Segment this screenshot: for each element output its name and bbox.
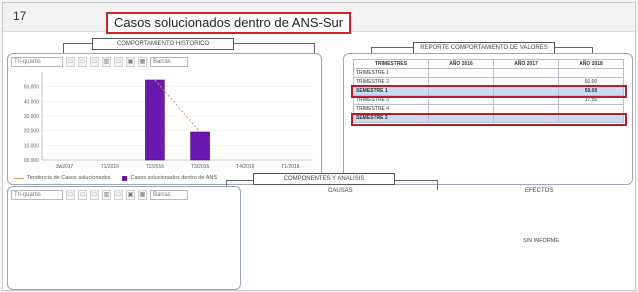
y-tick-label: 40.000	[24, 99, 40, 105]
cell-2016	[428, 104, 494, 114]
indicator-frame: 17 Casos solucionados dentro de ANS-Sur …	[2, 2, 636, 291]
cell-2017	[493, 113, 559, 123]
bar-swatch	[122, 175, 128, 181]
indicator-number: 17	[13, 9, 27, 23]
print-icon[interactable]: □	[90, 190, 99, 200]
zoom-icon[interactable]: ▣	[126, 190, 135, 200]
analysis-toolbar: Tri-quartis □ □ □ ▥ □ ▣ ▦ Barras	[11, 190, 188, 200]
row-label: SEMESTRE 2	[353, 113, 429, 123]
y-tick-label: 30.000	[24, 114, 40, 120]
trend-line-swatch	[14, 177, 24, 179]
y-tick-label: 10.000	[24, 143, 40, 149]
x-tick-label: T2/2016	[146, 164, 165, 170]
y-tick-label: 20.000	[24, 129, 40, 135]
cell-2018	[558, 104, 624, 114]
col-header-trimestres: TRIMESTRES	[353, 59, 429, 69]
table-row: TRIMESTRE 3 17.50	[353, 95, 624, 105]
cell-2016	[428, 95, 494, 105]
cell-2017	[493, 77, 559, 87]
col-header-2016: AÑO 2016	[428, 59, 494, 69]
causas-column-header: CAUSAS	[328, 188, 353, 194]
bar	[145, 79, 165, 161]
x-tick-label: T3/2016	[191, 164, 210, 170]
analysis-chart-panel: Tri-quartis □ □ □ ▥ □ ▣ ▦ Barras	[7, 186, 241, 290]
x-tick-label: 3w2017	[56, 164, 74, 170]
settings-icon[interactable]: ▦	[138, 190, 147, 200]
cell-2018: 50.00	[558, 77, 624, 87]
cell-2016	[428, 68, 494, 78]
table-icon[interactable]: □	[114, 190, 123, 200]
bar	[190, 131, 210, 161]
table-row: TRIMESTRE 2 50.00	[353, 77, 624, 87]
cell-2016	[428, 86, 494, 96]
analysis-section-label: COMPONENTES Y ANALISIS	[253, 173, 395, 185]
cell-2018: 50.00	[558, 86, 624, 96]
cell-2016	[428, 113, 494, 123]
cell-2018	[558, 113, 624, 123]
bar-chart-icon[interactable]: ▥	[102, 190, 111, 200]
y-tick-label: 00.000	[24, 158, 40, 164]
y-tick-label: 50.000	[24, 85, 40, 91]
indicator-header: 17 Casos solucionados dentro de ANS-Sur	[3, 3, 635, 34]
export-pdf-icon[interactable]: □	[78, 190, 87, 200]
row-label: TRIMESTRE 2	[353, 77, 429, 87]
legend-trend-label: Tendencia de Casos solucionados	[27, 175, 111, 181]
table-row: TRIMESTRE 4	[353, 104, 624, 114]
cell-2017	[493, 86, 559, 96]
chart-section-label: COMPORTAMIENTO HISTORICO	[92, 38, 234, 50]
x-tick-label: T1/2016	[101, 164, 120, 170]
legend-item-cases: Casos solucionados dentro de ANS	[122, 175, 217, 181]
analysis-type-combo[interactable]: Tri-quartis	[11, 190, 63, 200]
cell-2018	[558, 68, 624, 78]
table-row: TRIMESTRE 1	[353, 68, 624, 78]
cell-2018: 17.50	[558, 95, 624, 105]
report-header-row: TRIMESTRES AÑO 2016 AÑO 2017 AÑO 2018	[353, 59, 624, 69]
indicator-title: Casos solucionados dentro de ANS-Sur	[106, 12, 352, 34]
export-excel-icon[interactable]: □	[66, 190, 75, 200]
efectos-column-header: EFECTOS	[525, 188, 554, 194]
legend-cases-label: Casos solucionados dentro de ANS	[130, 175, 218, 181]
row-label: TRIMESTRE 3	[353, 95, 429, 105]
efectos-text: SIN INFORME	[523, 238, 560, 244]
semester-row: SEMESTRE 1 50.00	[353, 86, 624, 96]
x-tick-label: T4/2016	[236, 164, 255, 170]
report-table: TRIMESTRES AÑO 2016 AÑO 2017 AÑO 2018 TR…	[353, 59, 624, 123]
semester-row: SEMESTRE 2	[353, 113, 624, 123]
legend-item-trend: Tendencia de Casos solucionados	[14, 175, 110, 181]
chart-legend: Tendencia de Casos solucionados Casos so…	[14, 175, 217, 181]
row-label: SEMESTRE 1	[353, 86, 429, 96]
cell-2017	[493, 68, 559, 78]
analysis-format-combo[interactable]: Barras	[150, 190, 188, 200]
x-tick-label: T1/2018	[281, 164, 300, 170]
bar-chart: 00.000 10.000 20.000 30.000 40.000 50.000 3w20…	[24, 72, 313, 170]
col-header-2018: AÑO 2018	[558, 59, 624, 69]
row-label: TRIMESTRE 1	[353, 68, 429, 78]
cell-2017	[493, 95, 559, 105]
chart-panel: Tri-quartis □ □ □ ▥ □ ▣ ▦ Barras 00.000 1…	[7, 53, 322, 185]
col-header-2017: AÑO 2017	[493, 59, 559, 69]
cell-2016	[428, 77, 494, 87]
cell-2017	[493, 104, 559, 114]
row-label: TRIMESTRE 4	[353, 104, 429, 114]
